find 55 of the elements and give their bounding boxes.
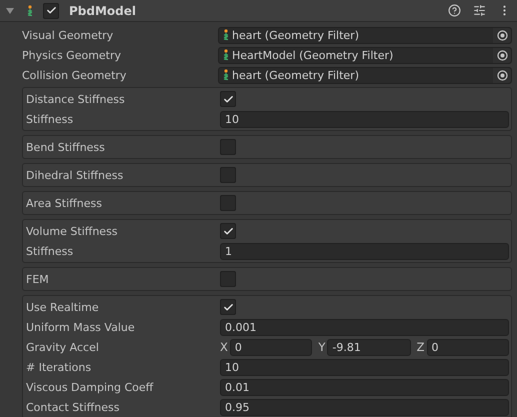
field-label: Dihedral Stiffness — [26, 168, 124, 182]
enable-checkbox[interactable] — [43, 2, 59, 18]
axis-label: Z — [416, 340, 425, 354]
field-label: Collision Geometry — [22, 68, 128, 82]
field-label: Physics Geometry — [22, 48, 122, 62]
component-title: PbdModel — [69, 4, 138, 18]
checkbox[interactable] — [220, 91, 236, 107]
field-label: FEM — [26, 272, 50, 286]
number-field[interactable]: -9.81 — [327, 338, 411, 356]
geometry-filter-icon — [27, 4, 33, 16]
geometry-filter-icon — [223, 29, 229, 41]
checkbox[interactable] — [220, 139, 236, 155]
geometry-filter-icon — [223, 69, 229, 81]
target-icon[interactable] — [496, 70, 508, 80]
field-label: Stiffness — [26, 112, 74, 126]
check-icon — [222, 226, 234, 236]
field-label: Volume Stiffness — [26, 224, 119, 238]
field-label: Viscous Damping Coeff — [26, 380, 154, 394]
field-label: Stiffness — [26, 244, 74, 258]
axis-label: Y — [318, 340, 326, 354]
number-field[interactable]: 0.01 — [220, 378, 509, 396]
number-field[interactable]: 0 — [426, 338, 509, 356]
checkbox[interactable] — [220, 299, 236, 315]
field-label: Uniform Mass Value — [26, 320, 136, 334]
target-icon[interactable] — [496, 30, 508, 40]
field-label: Distance Stiffness — [26, 92, 126, 106]
number-field[interactable]: 0.001 — [220, 318, 509, 336]
field-label: Gravity Accel — [26, 340, 100, 354]
number-field[interactable]: 1 — [220, 242, 509, 260]
check-icon — [222, 302, 234, 312]
object-field[interactable]: heart (Geometry Filter) — [218, 26, 512, 44]
check-icon — [222, 94, 234, 104]
checkbox[interactable] — [220, 223, 236, 239]
checkbox[interactable] — [220, 195, 236, 211]
field-label: Contact Stiffness — [26, 400, 120, 414]
axis-label: X — [220, 340, 228, 354]
field-label: Bend Stiffness — [26, 140, 106, 154]
number-field[interactable]: 0 — [230, 338, 312, 356]
checkbox[interactable] — [220, 167, 236, 183]
settings-icon[interactable] — [473, 4, 486, 17]
number-field[interactable]: 10 — [220, 110, 509, 128]
field-label: Area Stiffness — [26, 196, 103, 210]
object-field[interactable]: HeartModel (Geometry Filter) — [218, 46, 512, 64]
checkbox[interactable] — [220, 271, 236, 287]
object-field[interactable]: heart (Geometry Filter) — [218, 66, 512, 84]
number-field[interactable]: 0.95 — [220, 398, 509, 416]
help-icon[interactable] — [448, 4, 461, 17]
field-label: # Iterations — [26, 360, 92, 374]
check-icon — [46, 5, 56, 16]
target-icon[interactable] — [496, 50, 508, 60]
field-label: Use Realtime — [26, 300, 100, 314]
number-field[interactable]: 10 — [220, 358, 509, 376]
expand-arrow-icon[interactable] — [5, 6, 15, 14]
geometry-filter-icon — [223, 49, 229, 61]
field-label: Visual Geometry — [22, 28, 114, 42]
